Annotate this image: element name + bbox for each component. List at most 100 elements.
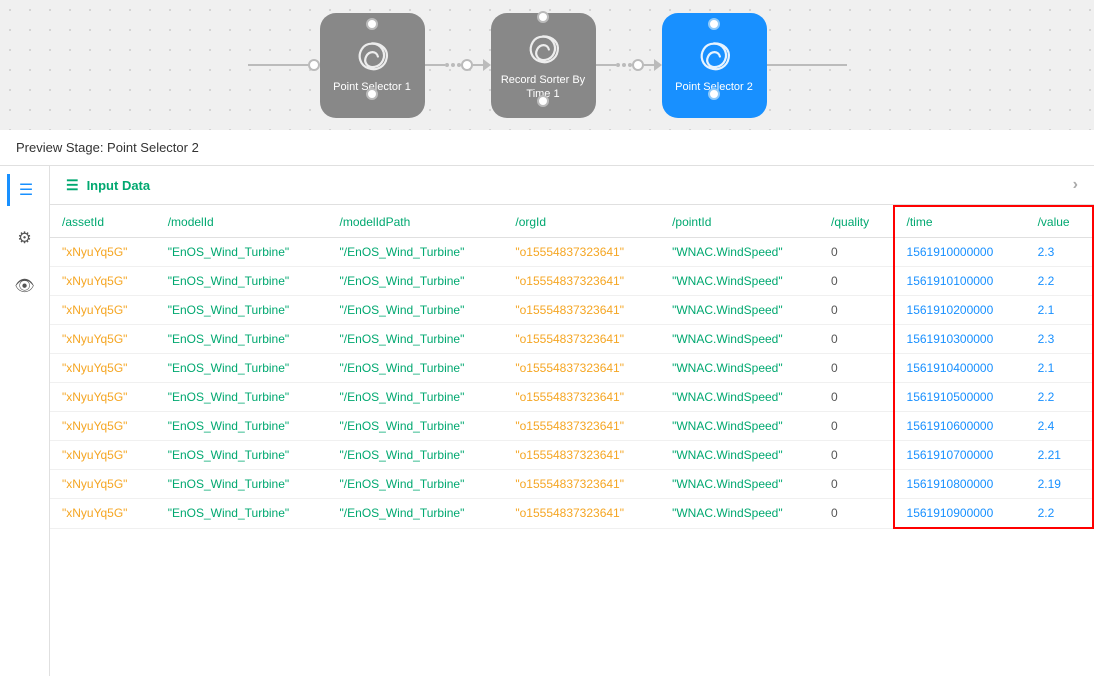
data-table: /assetId /modelId /modelIdPath /orgId /p… [50, 205, 1094, 529]
table-row: "xNyuYq5G""EnOS_Wind_Turbine""/EnOS_Wind… [50, 441, 1093, 470]
stub-line [248, 64, 308, 66]
conn-dots [445, 63, 461, 67]
td-assetId: "xNyuYq5G" [50, 499, 156, 529]
conn2-line-b [644, 64, 654, 66]
td-modelId: "EnOS_Wind_Turbine" [156, 267, 328, 296]
table-row: "xNyuYq5G""EnOS_Wind_Turbine""/EnOS_Wind… [50, 296, 1093, 325]
td-modelIdPath: "/EnOS_Wind_Turbine" [328, 354, 504, 383]
td-value: 2.3 [1026, 325, 1093, 354]
conn2-line-a [596, 64, 616, 66]
node2-port-right [537, 95, 549, 107]
td-time: 1561910900000 [894, 499, 1026, 529]
td-quality: 0 [819, 238, 893, 267]
th-modelId: /modelId [156, 206, 328, 238]
td-modelIdPath: "/EnOS_Wind_Turbine" [328, 296, 504, 325]
table-row: "xNyuYq5G""EnOS_Wind_Turbine""/EnOS_Wind… [50, 238, 1093, 267]
collapse-button[interactable]: › [1073, 176, 1078, 194]
td-time: 1561910800000 [894, 470, 1026, 499]
node-box-2[interactable]: Record Sorter By Time 1 [491, 13, 596, 118]
dot3 [457, 63, 461, 67]
th-orgId: /orgId [503, 206, 660, 238]
td-assetId: "xNyuYq5G" [50, 325, 156, 354]
panel-header: ☰ Input Data › [50, 166, 1094, 205]
td-time: 1561910200000 [894, 296, 1026, 325]
left-stub [248, 59, 320, 71]
node3-port-left [708, 18, 720, 30]
td-assetId: "xNyuYq5G" [50, 354, 156, 383]
dot6 [628, 63, 632, 67]
td-orgId: "o15554837323641" [503, 470, 660, 499]
arrow-2 [654, 59, 662, 71]
td-time: 1561910100000 [894, 267, 1026, 296]
dot2 [451, 63, 455, 67]
spiral-icon-2 [521, 29, 565, 73]
td-assetId: "xNyuYq5G" [50, 383, 156, 412]
preview-label: Preview Stage: Point Selector 2 [16, 140, 199, 155]
td-modelIdPath: "/EnOS_Wind_Turbine" [328, 383, 504, 412]
node-box-1[interactable]: Point Selector 1 [320, 13, 425, 118]
header-row: /assetId /modelId /modelIdPath /orgId /p… [50, 206, 1093, 238]
td-value: 2.19 [1026, 470, 1093, 499]
td-pointId: "WNAC.WindSpeed" [660, 325, 819, 354]
table-row: "xNyuYq5G""EnOS_Wind_Turbine""/EnOS_Wind… [50, 383, 1093, 412]
conn2-dots [616, 63, 632, 67]
td-modelIdPath: "/EnOS_Wind_Turbine" [328, 412, 504, 441]
td-time: 1561910600000 [894, 412, 1026, 441]
td-modelId: "EnOS_Wind_Turbine" [156, 383, 328, 412]
td-orgId: "o15554837323641" [503, 441, 660, 470]
td-pointId: "WNAC.WindSpeed" [660, 267, 819, 296]
node-point-selector-1[interactable]: Point Selector 1 [320, 13, 425, 118]
td-time: 1561910300000 [894, 325, 1026, 354]
td-value: 2.4 [1026, 412, 1093, 441]
th-pointId: /pointId [660, 206, 819, 238]
table-row: "xNyuYq5G""EnOS_Wind_Turbine""/EnOS_Wind… [50, 470, 1093, 499]
connector-1-2 [425, 59, 491, 71]
td-modelId: "EnOS_Wind_Turbine" [156, 470, 328, 499]
sidebar-eye-icon[interactable]: 👁 [9, 270, 41, 302]
table-row: "xNyuYq5G""EnOS_Wind_Turbine""/EnOS_Wind… [50, 267, 1093, 296]
td-modelId: "EnOS_Wind_Turbine" [156, 296, 328, 325]
panel-title: Input Data [87, 178, 151, 193]
node-record-sorter[interactable]: Record Sorter By Time 1 [491, 13, 596, 118]
td-modelId: "EnOS_Wind_Turbine" [156, 441, 328, 470]
td-value: 2.1 [1026, 296, 1093, 325]
td-pointId: "WNAC.WindSpeed" [660, 296, 819, 325]
td-value: 2.3 [1026, 238, 1093, 267]
td-pointId: "WNAC.WindSpeed" [660, 383, 819, 412]
td-modelIdPath: "/EnOS_Wind_Turbine" [328, 470, 504, 499]
td-quality: 0 [819, 325, 893, 354]
td-orgId: "o15554837323641" [503, 412, 660, 441]
sidebar-gear-icon[interactable]: ⚙ [9, 222, 41, 254]
td-pointId: "WNAC.WindSpeed" [660, 238, 819, 267]
td-orgId: "o15554837323641" [503, 296, 660, 325]
node-box-3[interactable]: Point Selector 2 [662, 13, 767, 118]
data-panel[interactable]: ☰ Input Data › /assetId /modelId /modelI… [50, 166, 1094, 676]
table-row: "xNyuYq5G""EnOS_Wind_Turbine""/EnOS_Wind… [50, 325, 1093, 354]
spiral-icon-1 [350, 36, 394, 80]
td-value: 2.21 [1026, 441, 1093, 470]
td-modelIdPath: "/EnOS_Wind_Turbine" [328, 441, 504, 470]
td-orgId: "o15554837323641" [503, 354, 660, 383]
node-point-selector-2[interactable]: Point Selector 2 [662, 13, 767, 118]
pipeline-nodes: Point Selector 1 Record [248, 13, 847, 118]
th-assetId: /assetId [50, 206, 156, 238]
table-container[interactable]: /assetId /modelId /modelIdPath /orgId /p… [50, 205, 1094, 529]
sidebar-list-icon[interactable]: ☰ [7, 174, 42, 206]
td-quality: 0 [819, 499, 893, 529]
td-orgId: "o15554837323641" [503, 267, 660, 296]
td-modelId: "EnOS_Wind_Turbine" [156, 354, 328, 383]
td-value: 2.1 [1026, 354, 1093, 383]
td-modelId: "EnOS_Wind_Turbine" [156, 499, 328, 529]
td-assetId: "xNyuYq5G" [50, 412, 156, 441]
table-row: "xNyuYq5G""EnOS_Wind_Turbine""/EnOS_Wind… [50, 354, 1093, 383]
td-assetId: "xNyuYq5G" [50, 441, 156, 470]
td-orgId: "o15554837323641" [503, 238, 660, 267]
right-stub-line [767, 64, 847, 66]
stub-port [308, 59, 320, 71]
pipeline-canvas: Point Selector 1 Record [0, 0, 1094, 130]
sidebar: ☰ ⚙ 👁 [0, 166, 50, 676]
td-orgId: "o15554837323641" [503, 383, 660, 412]
td-quality: 0 [819, 441, 893, 470]
conn-line-a [425, 64, 445, 66]
td-orgId: "o15554837323641" [503, 325, 660, 354]
